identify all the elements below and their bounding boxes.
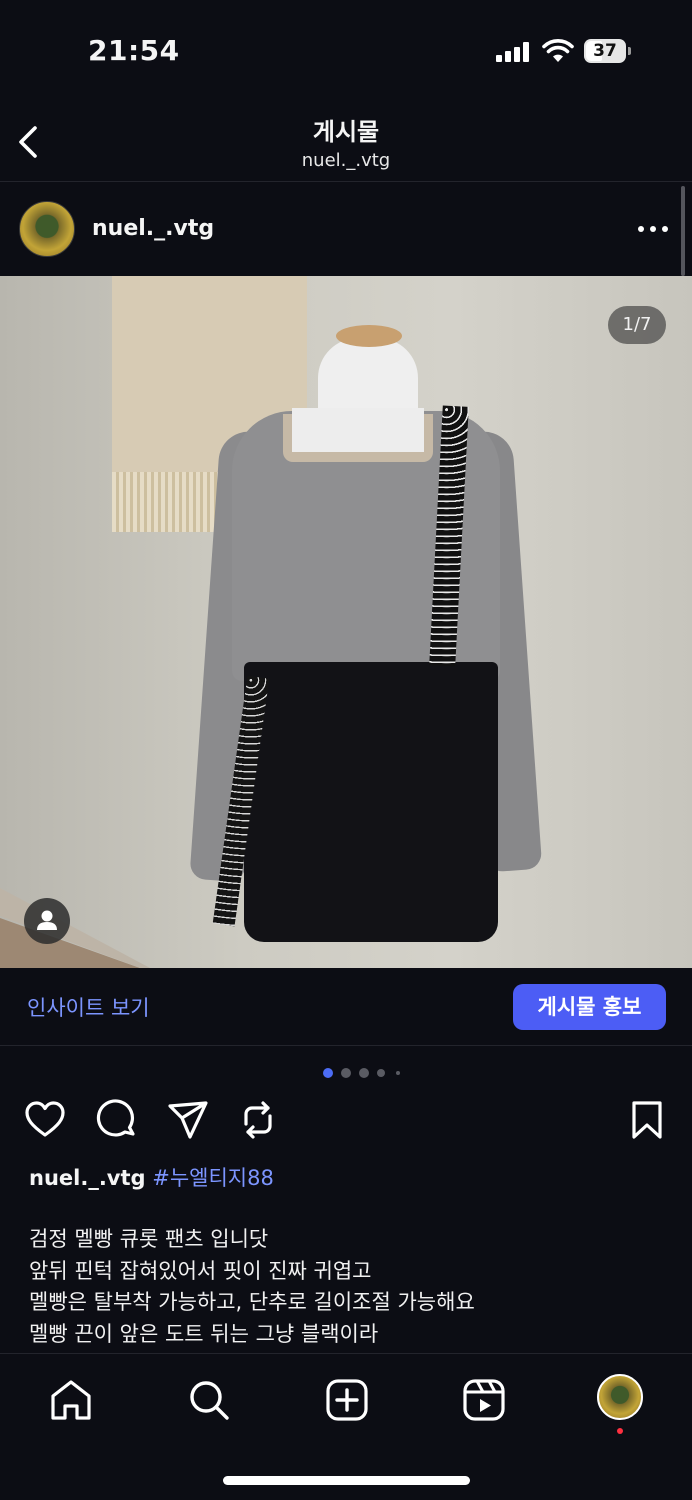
carousel-dot bbox=[396, 1071, 400, 1075]
battery-level: 37 bbox=[593, 41, 617, 61]
carousel-page-indicator: 1/7 bbox=[608, 306, 666, 344]
comment-icon[interactable] bbox=[95, 1098, 139, 1142]
caption-text: 검정 멜빵 큐롯 팬츠 입니닷 앞뒤 핀턱 잡혀있어서 핏이 진짜 귀엽고 멜빵… bbox=[29, 1227, 475, 1346]
carousel-dot bbox=[377, 1069, 385, 1077]
cellular-signal-icon bbox=[496, 42, 532, 62]
reels-icon[interactable] bbox=[460, 1376, 508, 1424]
mannequin-cap bbox=[336, 325, 402, 347]
bookmark-icon[interactable] bbox=[625, 1098, 669, 1142]
home-indicator[interactable] bbox=[223, 1476, 470, 1485]
author-username[interactable]: nuel._.vtg bbox=[92, 216, 214, 241]
post-photo[interactable]: 1/7 bbox=[0, 276, 692, 968]
create-icon[interactable] bbox=[323, 1376, 371, 1424]
scrollbar[interactable] bbox=[681, 186, 685, 276]
profile-avatar[interactable] bbox=[597, 1374, 643, 1420]
mannequin-chest bbox=[292, 408, 424, 452]
caption-username[interactable]: nuel._.vtg bbox=[29, 1166, 146, 1190]
view-insights-link[interactable]: 인사이트 보기 bbox=[27, 992, 150, 1022]
notification-dot bbox=[617, 1428, 623, 1434]
share-icon[interactable] bbox=[166, 1098, 210, 1142]
carousel-dot bbox=[359, 1068, 369, 1078]
black-culotte-pants bbox=[244, 662, 498, 942]
home-icon[interactable] bbox=[47, 1376, 95, 1424]
caption-header: nuel._.vtg #누엘티지88 bbox=[29, 1162, 274, 1192]
insights-row: 인사이트 보기 게시물 홍보 bbox=[0, 968, 692, 1046]
post-header: 게시물 nuel._.vtg bbox=[0, 100, 692, 182]
status-time: 21:54 bbox=[88, 34, 180, 67]
person-tag-icon[interactable] bbox=[24, 898, 70, 944]
page-subtitle: nuel._.vtg bbox=[301, 150, 391, 171]
more-horizontal-icon[interactable] bbox=[636, 219, 670, 239]
status-bar: 21:54 37 bbox=[0, 0, 692, 100]
promote-post-button[interactable]: 게시물 홍보 bbox=[513, 984, 666, 1030]
carousel-dot-active bbox=[323, 1068, 333, 1078]
search-icon[interactable] bbox=[185, 1376, 233, 1424]
heart-icon[interactable] bbox=[23, 1098, 67, 1142]
battery-icon: 37 bbox=[584, 39, 631, 63]
hanging-lace-hem bbox=[112, 472, 222, 532]
carousel-dot bbox=[341, 1068, 351, 1078]
repost-icon[interactable] bbox=[236, 1098, 280, 1142]
page-title: 게시물 bbox=[312, 118, 380, 146]
caption-hashtag[interactable]: #누엘티지88 bbox=[152, 1166, 274, 1190]
post-action-bar bbox=[0, 1096, 692, 1146]
carousel-dots bbox=[321, 1066, 405, 1080]
wifi-icon bbox=[542, 39, 574, 62]
author-avatar[interactable] bbox=[19, 201, 75, 257]
post-author-row: nuel._.vtg bbox=[0, 183, 692, 276]
